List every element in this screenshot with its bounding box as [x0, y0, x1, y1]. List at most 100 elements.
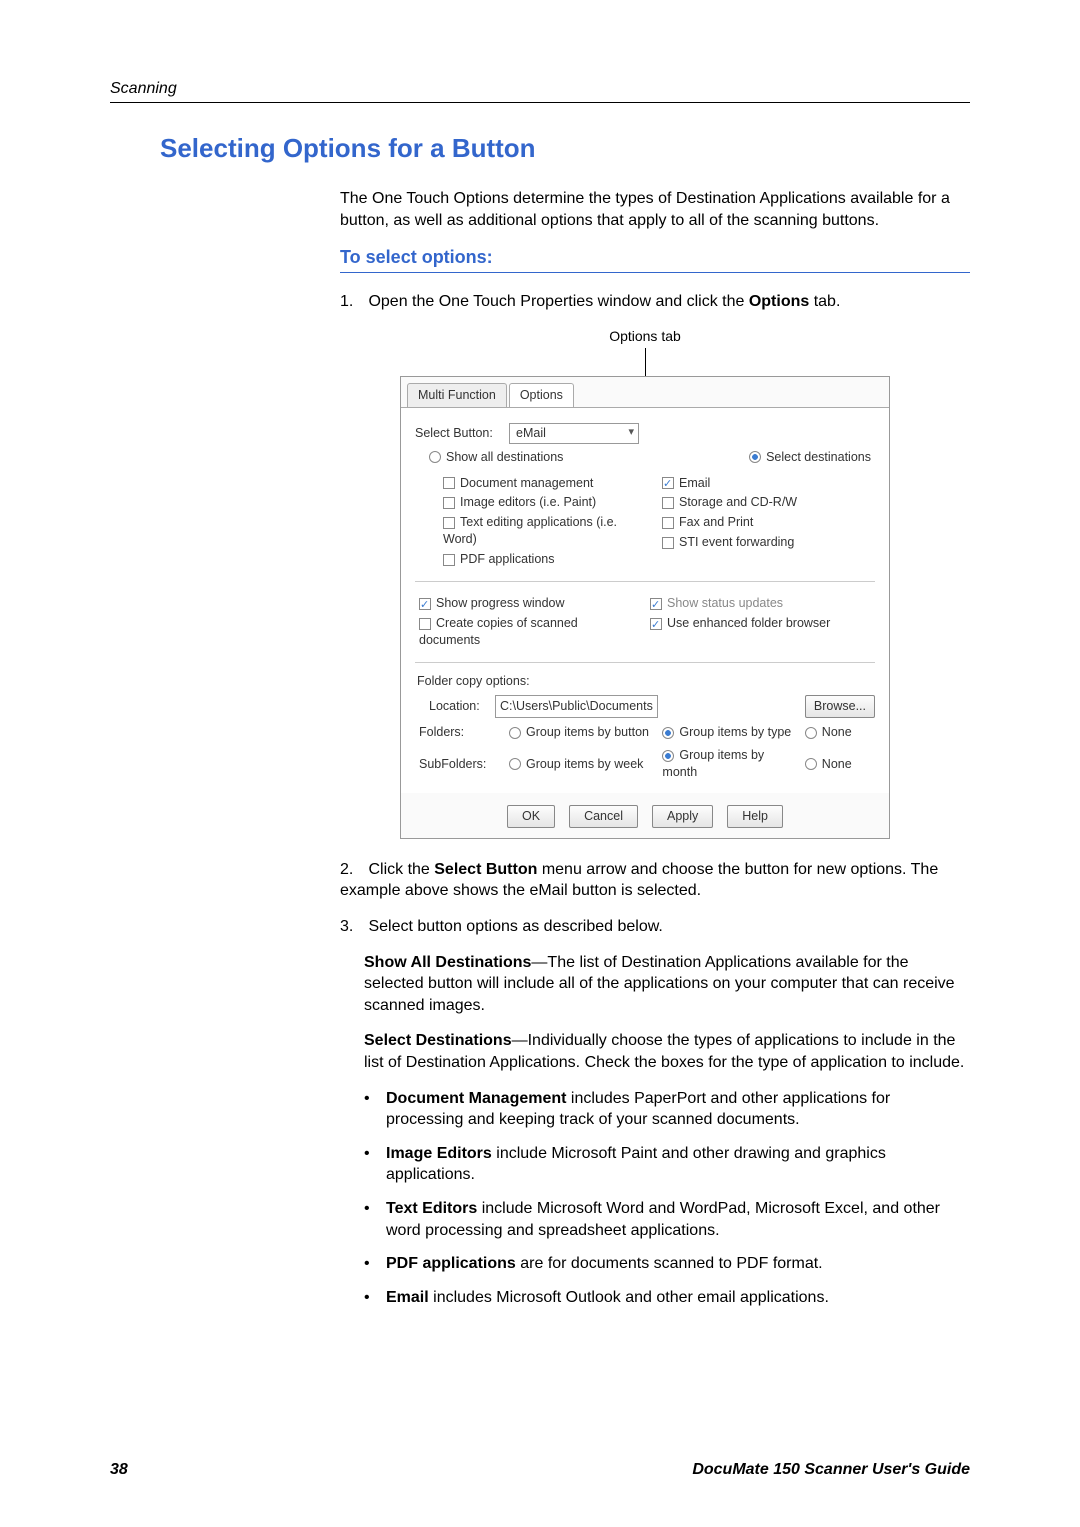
chk-status-updates: [650, 598, 662, 610]
step-2: 2. Click the Select Button menu arrow an…: [340, 859, 970, 902]
chk-doc-mgmt-label: Document management: [460, 476, 593, 490]
tab-options[interactable]: Options: [509, 383, 574, 407]
chk-create-copies[interactable]: [419, 618, 431, 630]
radio-subfolders-none[interactable]: [805, 758, 817, 770]
folders-row-label: Folders:: [419, 724, 499, 741]
radio-subfolders-by-week[interactable]: [509, 758, 521, 770]
misc-checkboxes: Show progress window Create copies of sc…: [419, 592, 871, 652]
section-title: Selecting Options for a Button: [160, 133, 970, 164]
dialog-tabs: Multi Function Options: [401, 377, 889, 407]
step1-bold: Options: [749, 293, 809, 310]
chk-text-editing[interactable]: [443, 517, 455, 529]
folders-by-type-label: Group items by type: [679, 725, 791, 739]
chk-image-editors[interactable]: [443, 497, 455, 509]
page-footer: 38 DocuMate 150 Scanner User's Guide: [110, 1461, 970, 1479]
chk-show-progress[interactable]: [419, 598, 431, 610]
select-dest-paragraph: Select Destinations—Individually choose …: [364, 1030, 970, 1073]
chk-email-label: Email: [679, 476, 710, 490]
subsection-title: To select options:: [340, 245, 970, 273]
bullet-text-editors: Text Editors include Microsoft Word and …: [364, 1198, 970, 1241]
dest-col-right: Email Storage and CD-R/W Fax and Print S…: [662, 472, 871, 571]
chk-pdf-apps[interactable]: [443, 554, 455, 566]
chk-email[interactable]: [662, 477, 674, 489]
chk-enhanced-browser-label: Use enhanced folder browser: [667, 616, 830, 630]
bullet-text-editors-bold: Text Editors: [386, 1200, 477, 1217]
cancel-button[interactable]: Cancel: [569, 805, 638, 828]
folders-none-label: None: [822, 725, 852, 739]
step-3: 3. Select button options as described be…: [340, 916, 970, 938]
step2-bold: Select Button: [434, 861, 537, 878]
step3-text: Select button options as described below…: [368, 918, 662, 935]
destination-checkboxes: Document management Image editors (i.e. …: [443, 472, 871, 571]
chk-pdf-apps-label: PDF applications: [460, 552, 555, 566]
bullet-doc-mgmt-bold: Document Management: [386, 1090, 566, 1107]
browse-button[interactable]: Browse...: [805, 695, 875, 718]
radio-folders-none[interactable]: [805, 727, 817, 739]
bullet-email-bold: Email: [386, 1289, 429, 1306]
location-input[interactable]: C:\Users\Public\Documents: [495, 695, 658, 718]
chk-sti[interactable]: [662, 537, 674, 549]
bullet-image-editors: Image Editors include Microsoft Paint an…: [364, 1143, 970, 1186]
subfolders-row-label: SubFolders:: [419, 756, 499, 773]
chk-image-editors-label: Image editors (i.e. Paint): [460, 495, 596, 509]
dialog-buttons: OK Cancel Apply Help: [401, 793, 889, 838]
select-button-label: Select Button:: [415, 425, 503, 442]
chk-sti-label: STI event forwarding: [679, 535, 794, 549]
step-1: 1. Open the One Touch Properties window …: [340, 291, 970, 313]
radio-show-all[interactable]: [429, 451, 441, 463]
radio-subfolders-by-month[interactable]: [662, 750, 674, 762]
select-button-row: Select Button: eMail: [415, 423, 875, 444]
page: Scanning Selecting Options for a Button …: [0, 0, 1080, 1360]
radio-select-destinations[interactable]: [749, 451, 761, 463]
bullet-pdf-apps-rest: are for documents scanned to PDF format.: [516, 1255, 823, 1272]
step1-text-a: Open the One Touch Properties window and…: [368, 293, 748, 310]
subfolders-by-month-label: Group items by month: [662, 748, 764, 779]
tab-multi-function[interactable]: Multi Function: [407, 383, 507, 407]
bullet-pdf-apps-bold: PDF applications: [386, 1255, 516, 1272]
options-dialog: Multi Function Options Select Button: eM…: [400, 376, 890, 839]
radio-show-all-wrap: Show all destinations: [429, 449, 563, 466]
page-number: 38: [110, 1461, 128, 1479]
select-dest-bold: Select Destinations: [364, 1032, 512, 1049]
radio-select-dest-label: Select destinations: [766, 450, 871, 464]
chk-create-copies-label: Create copies of scanned documents: [419, 616, 578, 647]
bullet-email: Email includes Microsoft Outlook and oth…: [364, 1287, 970, 1309]
chk-storage[interactable]: [662, 497, 674, 509]
radio-folders-by-button[interactable]: [509, 727, 521, 739]
select-button-dropdown[interactable]: eMail: [509, 423, 639, 444]
chk-text-editing-label: Text editing applications (i.e. Word): [443, 515, 617, 546]
running-header: Scanning: [110, 80, 970, 98]
misc-col-right: Show status updates Use enhanced folder …: [650, 592, 871, 652]
footer-guide-title: DocuMate 150 Scanner User's Guide: [692, 1461, 970, 1479]
help-button[interactable]: Help: [727, 805, 783, 828]
bullet-email-rest: includes Microsoft Outlook and other ema…: [429, 1289, 829, 1306]
chk-enhanced-browser[interactable]: [650, 618, 662, 630]
figure-caption: Options tab: [400, 327, 890, 346]
folders-by-button-label: Group items by button: [526, 725, 649, 739]
location-label: Location:: [429, 698, 489, 715]
header-rule: [110, 102, 970, 103]
bullet-doc-mgmt: Document Management includes PaperPort a…: [364, 1088, 970, 1131]
ok-button[interactable]: OK: [507, 805, 555, 828]
separator-2: [415, 662, 875, 663]
apply-button[interactable]: Apply: [652, 805, 713, 828]
intro-paragraph: The One Touch Options determine the type…: [340, 188, 970, 231]
show-all-paragraph: Show All Destinations—The list of Destin…: [364, 952, 970, 1017]
radio-show-all-label: Show all destinations: [446, 450, 563, 464]
app-type-list: Document Management includes PaperPort a…: [364, 1088, 970, 1309]
chk-doc-mgmt[interactable]: [443, 477, 455, 489]
folder-copy-label: Folder copy options:: [417, 673, 875, 690]
separator-1: [415, 581, 875, 582]
chk-fax[interactable]: [662, 517, 674, 529]
location-row: Location: C:\Users\Public\Documents Brow…: [429, 695, 875, 718]
subfolders-none-label: None: [822, 757, 852, 771]
chk-show-progress-label: Show progress window: [436, 596, 565, 610]
step2-text-a: Click the: [368, 861, 434, 878]
bullet-image-editors-bold: Image Editors: [386, 1145, 492, 1162]
dialog-figure: Options tab Multi Function Options Selec…: [400, 327, 890, 839]
dest-col-left: Document management Image editors (i.e. …: [443, 472, 652, 571]
chk-fax-label: Fax and Print: [679, 515, 753, 529]
radio-folders-by-type[interactable]: [662, 727, 674, 739]
show-all-bold: Show All Destinations: [364, 954, 531, 971]
subfolders-by-week-label: Group items by week: [526, 757, 643, 771]
